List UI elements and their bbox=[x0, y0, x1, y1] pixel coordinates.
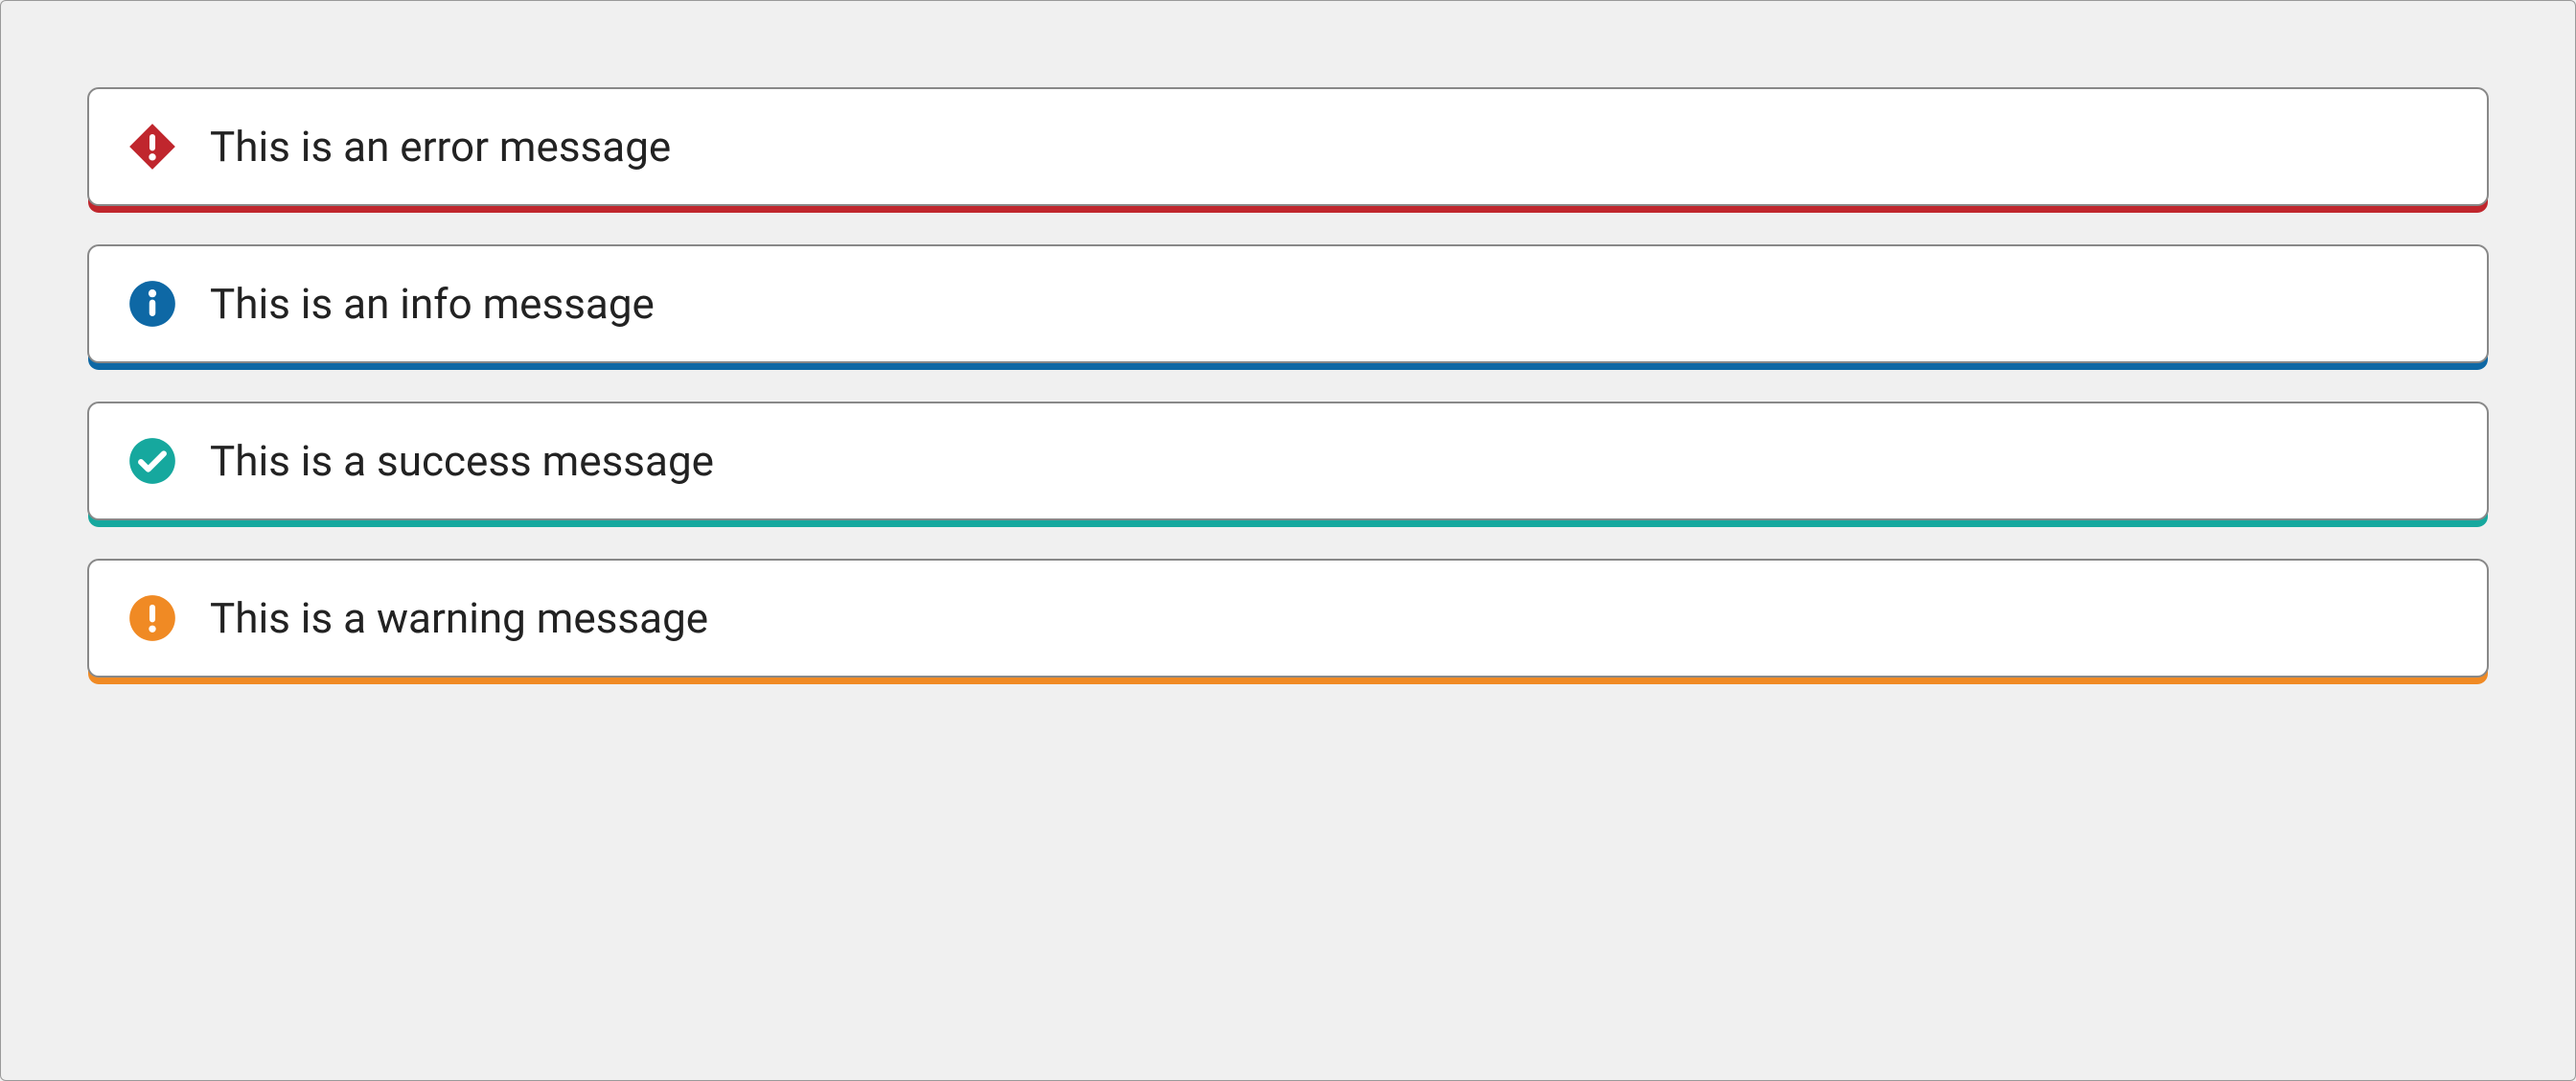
alert-success-text: This is a success message bbox=[210, 436, 714, 486]
info-icon bbox=[127, 279, 177, 329]
alert-error: This is an error message bbox=[87, 87, 2489, 206]
success-icon bbox=[127, 436, 177, 486]
error-icon bbox=[127, 122, 177, 172]
alert-warning-text: This is a warning message bbox=[210, 593, 708, 643]
warning-icon bbox=[127, 593, 177, 643]
alert-info: This is an info message bbox=[87, 244, 2489, 363]
alert-info-text: This is an info message bbox=[210, 279, 655, 329]
alert-success: This is a success message bbox=[87, 402, 2489, 520]
alert-error-text: This is an error message bbox=[210, 122, 671, 172]
alert-warning: This is a warning message bbox=[87, 559, 2489, 678]
alerts-container: This is an error message This is an info… bbox=[20, 20, 2556, 678]
